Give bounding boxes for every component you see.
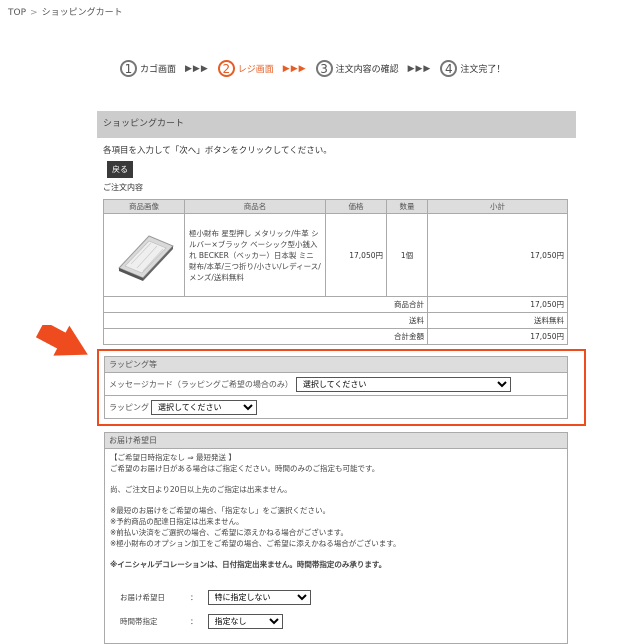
panel-title: ショッピングカート	[97, 111, 576, 138]
total-value: 17,050円	[427, 296, 568, 313]
step-label: 注文内容の確認	[335, 65, 399, 75]
delivery-note: ご希望のお届け日がある場合はご指定ください。時間のみのご指定も可能です。	[110, 464, 380, 473]
table-header: 数量	[386, 199, 428, 214]
breadcrumb-top-link[interactable]: TOP	[8, 8, 26, 18]
product-image-cell	[103, 213, 185, 297]
delivery-time-row: 時間帯指定 ： 指定なし	[120, 614, 283, 629]
back-button[interactable]: 戻る	[107, 161, 133, 178]
wrapping-title: ラッピング等	[105, 357, 567, 373]
wrapping-section: ラッピング等 メッセージカード（ラッピングご希望の場合のみ） 選択してください …	[104, 356, 568, 419]
table-header: 商品画像	[103, 199, 185, 214]
breadcrumb: TOP > ショッピングカート	[8, 5, 123, 18]
step-arrows: ▶▶▶	[185, 63, 209, 74]
total-row: 送料 送料無料	[103, 312, 568, 329]
delivery-note: 尚、ご注文日より20日以上先のご指定は出来ません。	[110, 485, 292, 494]
step-label: カゴ画面	[140, 65, 177, 75]
delivery-date-label: お届け希望日	[120, 593, 165, 602]
product-subtotal: 17,050円	[427, 213, 568, 297]
total-value: 17,050円	[427, 328, 568, 345]
delivery-time-label: 時間帯指定	[120, 617, 158, 626]
message-card-select[interactable]: 選択してください	[295, 376, 511, 392]
wallet-image[interactable]	[111, 228, 178, 281]
step-arrows: ▶▶▶	[282, 63, 307, 74]
product-name: 極小財布 星型押し メタリック/牛革 シルバー×ブラック ベーシック型小銭入れ …	[184, 213, 326, 297]
step-register: 2 レジ画面	[217, 60, 274, 77]
step-number: 1	[120, 60, 137, 77]
table-header-row: 商品画像 商品名 価格 数量 小計	[103, 199, 568, 214]
step-label: 注文完了！	[460, 65, 506, 75]
step-confirm: 3 注文内容の確認	[315, 60, 399, 77]
wrapping-select[interactable]: 選択してください	[151, 399, 257, 415]
delivery-time-colon: ：	[190, 617, 198, 626]
delivery-notes: 【ご希望日時指定なし ⇒ 最短発送 】 ご希望のお届け日がある場合はご指定くださ…	[105, 449, 567, 573]
delivery-date-row: お届け希望日 ： 特に指定しない	[120, 590, 311, 605]
delivery-note: ※最短のお届けをご希望の場合、「指定なし」をご選択ください。	[110, 506, 331, 515]
table-header: 商品名	[184, 199, 326, 214]
product-price: 17,050円	[325, 213, 387, 297]
delivery-title: お届け希望日	[105, 433, 567, 449]
delivery-note: ※極小財布のオプション加工をご希望の場合、ご希望に添えかねる場合がございます。	[110, 539, 401, 548]
total-label: 合計金額	[103, 328, 428, 345]
total-row: 合計金額 17,050円	[103, 328, 568, 345]
step-arrows: ▶▶▶	[407, 63, 432, 74]
delivery-date-select[interactable]: 特に指定しない	[207, 590, 311, 605]
step-cart: 1 カゴ画面	[120, 60, 176, 77]
instruction-text: 各項目を入力して「次へ」ボタンをクリックしてください。	[103, 146, 332, 156]
delivery-note: ※イニシャルデコレーションは、日付指定出来ません。時間帯指定のみ承ります。	[110, 560, 387, 569]
wrapping-label: ラッピング	[109, 402, 149, 412]
breadcrumb-current: ショッピングカート	[41, 8, 123, 18]
cart-panel: ショッピングカート 各項目を入力して「次へ」ボタンをクリックしてください。 戻る…	[97, 111, 576, 345]
step-number: 4	[440, 60, 458, 77]
order-title: ご注文内容	[103, 183, 143, 192]
table-row: 極小財布 星型押し メタリック/牛革 シルバー×ブラック ベーシック型小銭入れ …	[103, 213, 568, 297]
breadcrumb-separator: >	[30, 8, 38, 18]
wrapping-row: ラッピング 選択してください	[105, 396, 567, 418]
message-card-label: メッセージカード（ラッピングご希望の場合のみ）	[109, 379, 293, 389]
delivery-date-colon: ：	[190, 593, 198, 602]
total-label: 商品合計	[103, 296, 428, 313]
delivery-note: ※前払い決済をご選択の場合、ご希望に添えかねる場合がございます。	[110, 528, 349, 537]
delivery-note: 【ご希望日時指定なし ⇒ 最短発送 】	[110, 453, 236, 462]
cart-table: 商品画像 商品名 価格 数量 小計 極小財布 星型押し メタリック/牛革 シルバ…	[103, 199, 568, 345]
checkout-steps: 1 カゴ画面 ▶▶▶ 2 レジ画面 ▶▶▶ 3 注文内容の確認 ▶▶▶ 4 注文…	[120, 60, 505, 77]
product-quantity: 1個	[386, 213, 428, 297]
total-row: 商品合計 17,050円	[103, 296, 568, 313]
step-complete: 4 注文完了！	[440, 60, 505, 77]
table-header: 価格	[325, 199, 387, 214]
step-number: 3	[315, 60, 333, 77]
delivery-time-select[interactable]: 指定なし	[207, 614, 283, 629]
step-number: 2	[217, 60, 235, 77]
step-label: レジ画面	[237, 65, 274, 75]
total-value: 送料無料	[427, 312, 568, 329]
delivery-section: お届け希望日 【ご希望日時指定なし ⇒ 最短発送 】 ご希望のお届け日がある場合…	[104, 432, 568, 644]
red-arrow-icon	[35, 325, 88, 356]
message-card-row: メッセージカード（ラッピングご希望の場合のみ） 選択してください	[105, 373, 567, 396]
delivery-note: ※予約商品の配達日指定は出来ません。	[110, 517, 244, 526]
total-label: 送料	[103, 312, 428, 329]
table-header: 小計	[427, 199, 568, 214]
